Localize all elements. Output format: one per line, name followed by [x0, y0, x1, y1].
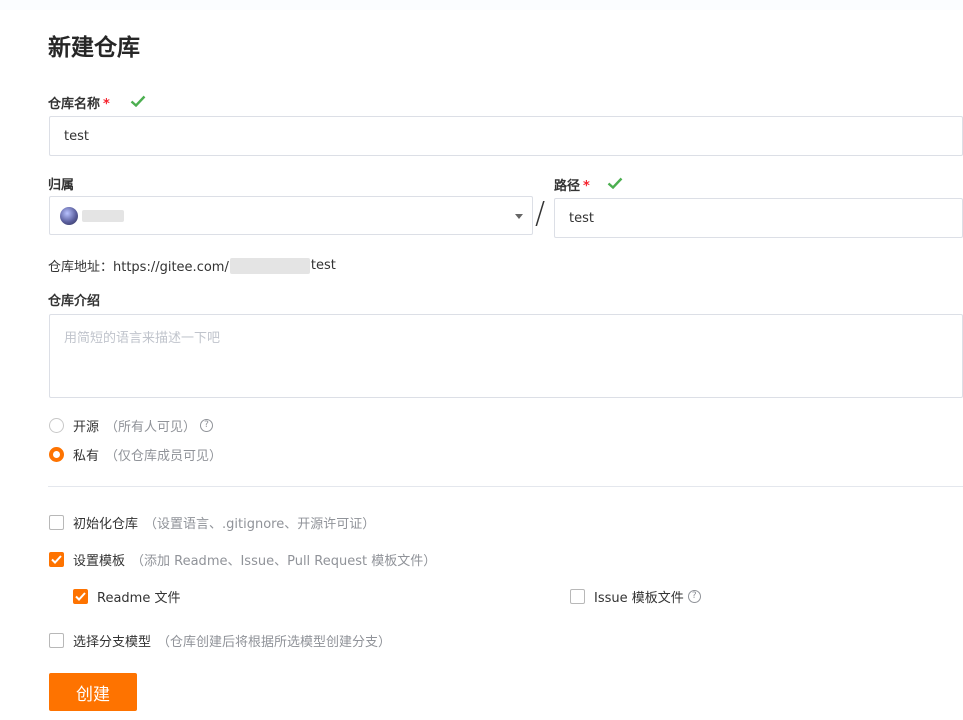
path-value: test	[569, 210, 594, 226]
repo-address-suffix: test	[310, 258, 336, 273]
repo-address-prefix: 仓库地址：https://gitee.com/	[48, 260, 229, 275]
repo-name-input[interactable]: test	[49, 116, 963, 156]
repo-name-value: test	[64, 128, 89, 144]
create-button[interactable]: 创建	[49, 673, 137, 711]
repo-name-label-text: 仓库名称	[48, 97, 101, 112]
issue-template-option[interactable]: Issue 模板文件 ?	[570, 587, 701, 606]
visibility-option-public[interactable]: 开源 （所有人可见） ?	[49, 416, 214, 435]
required-mark: *	[103, 97, 110, 112]
top-bar	[0, 0, 963, 10]
address-owner-blurred	[229, 257, 310, 274]
readme-checkbox[interactable]	[73, 589, 88, 604]
init-repo-checkbox[interactable]	[49, 515, 64, 530]
chevron-down-icon[interactable]	[515, 214, 523, 219]
branch-model-checkbox[interactable]	[49, 633, 64, 648]
template-label: 设置模板	[73, 554, 126, 569]
readme-label: Readme 文件	[97, 591, 181, 606]
description-label: 仓库介绍	[48, 294, 101, 309]
avatar	[60, 206, 78, 225]
visibility-public-hint: （所有人可见）	[105, 420, 197, 435]
valid-check-icon	[130, 95, 146, 107]
readme-template-option[interactable]: Readme 文件	[73, 587, 180, 606]
description-placeholder: 用简短的语言来描述一下吧	[64, 331, 221, 346]
visibility-private-hint: （仅仓库成员可见）	[105, 449, 223, 464]
repo-address: 仓库地址：https://gitee.com/ test	[48, 256, 336, 275]
owner-label: 归属	[48, 178, 75, 193]
description-textarea[interactable]: 用简短的语言来描述一下吧	[49, 314, 963, 398]
radio-private[interactable]	[49, 447, 64, 462]
check-icon	[51, 555, 62, 564]
help-icon[interactable]: ?	[200, 419, 214, 432]
owner-name-blurred	[82, 209, 124, 222]
divider	[48, 486, 963, 487]
path-label: 路径 *	[554, 175, 590, 194]
help-icon[interactable]: ?	[687, 590, 701, 603]
template-hint: （添加 Readme、Issue、Pull Request 模板文件）	[131, 554, 437, 569]
branch-model-option[interactable]: 选择分支模型 （仓库创建后将根据所选模型创建分支）	[49, 631, 391, 650]
valid-check-icon	[607, 177, 623, 189]
template-checkbox[interactable]	[49, 552, 64, 567]
issue-label: Issue 模板文件	[594, 591, 684, 606]
path-separator: /	[535, 196, 546, 231]
visibility-private-label: 私有	[73, 449, 100, 464]
owner-select[interactable]	[49, 196, 533, 235]
radio-public[interactable]	[49, 418, 64, 433]
init-repo-option[interactable]: 初始化仓库 （设置语言、.gitignore、开源许可证）	[49, 513, 375, 532]
template-option[interactable]: 设置模板 （添加 Readme、Issue、Pull Request 模板文件）	[49, 550, 436, 569]
visibility-public-label: 开源	[73, 420, 100, 435]
branch-model-label: 选择分支模型	[73, 635, 152, 650]
path-input[interactable]: test	[554, 198, 963, 238]
repo-name-label: 仓库名称 *	[48, 93, 110, 112]
check-icon	[75, 592, 86, 601]
init-repo-label: 初始化仓库	[73, 517, 139, 532]
path-label-text: 路径	[554, 179, 581, 194]
visibility-option-private[interactable]: 私有 （仅仓库成员可见）	[49, 445, 222, 464]
page-title: 新建仓库	[48, 35, 140, 61]
init-repo-hint: （设置语言、.gitignore、开源许可证）	[144, 517, 376, 532]
required-mark: *	[583, 179, 590, 194]
branch-model-hint: （仓库创建后将根据所选模型创建分支）	[157, 635, 392, 650]
issue-checkbox[interactable]	[570, 589, 585, 604]
